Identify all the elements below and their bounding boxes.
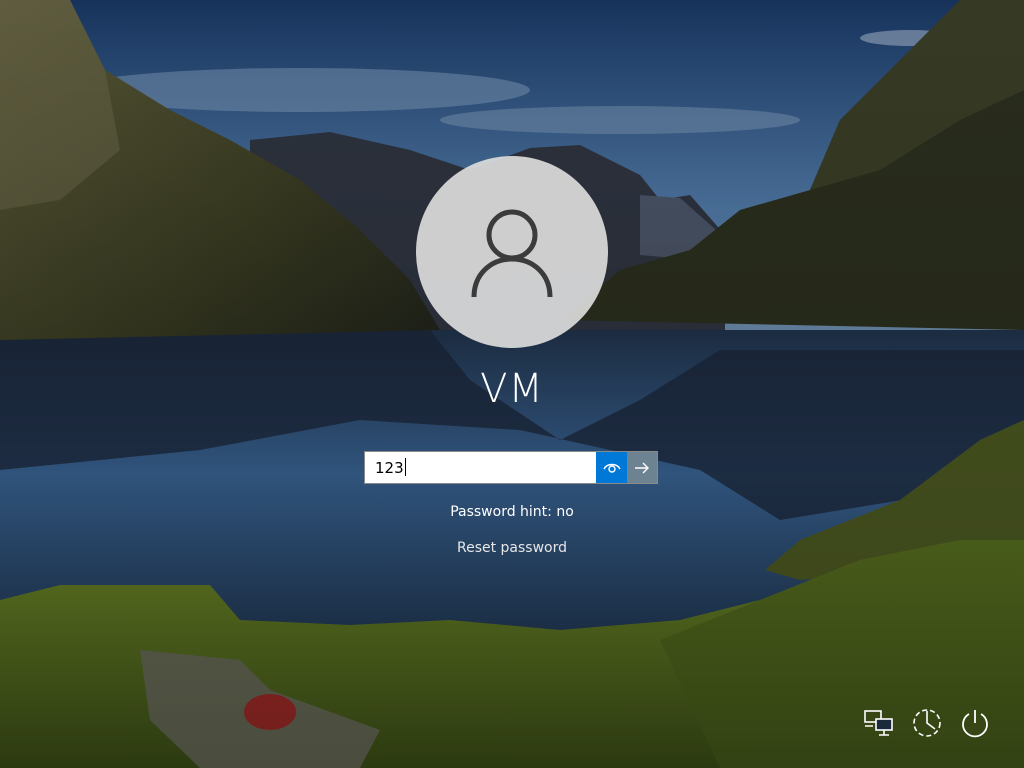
eye-icon: [602, 463, 621, 473]
user-silhouette-icon: [471, 209, 553, 298]
power-icon: [962, 710, 988, 738]
submit-button[interactable]: [627, 452, 657, 483]
network-icon: [864, 710, 893, 736]
password-value: 123: [375, 458, 406, 477]
password-input[interactable]: 123: [364, 451, 658, 484]
accessibility-icon: [913, 709, 941, 737]
text-caret: [404, 458, 406, 476]
ease-of-access-button[interactable]: [910, 706, 944, 740]
password-hint: Password hint: no: [450, 504, 574, 520]
user-name: VM: [480, 366, 544, 412]
password-text: 123: [375, 459, 404, 477]
power-button[interactable]: [958, 706, 992, 740]
reset-password-link[interactable]: Reset password: [457, 540, 567, 556]
network-button[interactable]: [862, 706, 896, 740]
user-avatar: [416, 156, 608, 348]
reveal-password-button[interactable]: [596, 452, 627, 483]
arrow-right-icon: [635, 462, 649, 473]
